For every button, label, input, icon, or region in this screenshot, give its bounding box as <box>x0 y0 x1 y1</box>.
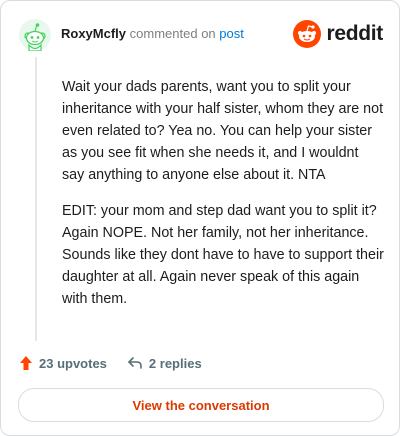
user-avatar-icon[interactable] <box>19 19 51 52</box>
comment-stats: 23 upvotes 2 replies <box>19 355 202 371</box>
action-verb: commented on <box>129 26 216 41</box>
comment-card: RoxyMcfly commented on post reddit Wait … <box>0 0 400 436</box>
replies-count: 2 replies <box>148 355 202 371</box>
post-link[interactable]: post <box>219 26 244 41</box>
comment-header: RoxyMcfly commented on post <box>61 26 244 41</box>
reddit-logo[interactable]: reddit <box>293 19 383 49</box>
username[interactable]: RoxyMcfly <box>61 26 126 41</box>
upvotes-count: 23 upvotes <box>39 355 107 371</box>
reply-arrow-icon <box>128 357 142 369</box>
upvotes-stat[interactable]: 23 upvotes <box>19 355 107 371</box>
reddit-logo-icon <box>293 20 322 48</box>
comment-paragraph: EDIT: your mom and step dad want you to … <box>62 203 384 307</box>
comment-paragraph: Wait your dads parents, want you to spli… <box>62 79 384 183</box>
comment-body: Wait your dads parents, want you to spli… <box>62 76 384 324</box>
reddit-wordmark: reddit <box>326 22 383 45</box>
view-conversation-button[interactable]: View the conversation <box>18 388 384 422</box>
upvote-arrow-icon <box>20 356 32 370</box>
replies-stat[interactable]: 2 replies <box>127 356 202 371</box>
thread-line <box>35 57 37 341</box>
